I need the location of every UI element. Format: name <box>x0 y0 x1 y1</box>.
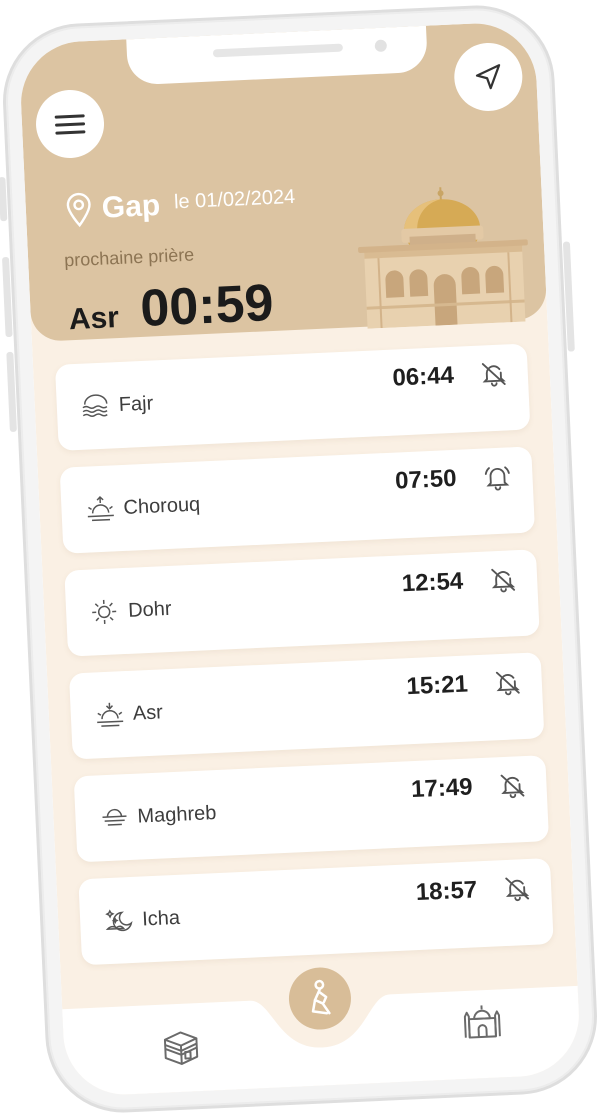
prayer-card-dohr[interactable]: Dohr 12:54 <box>64 549 540 657</box>
prayer-card-asr[interactable]: Asr 15:21 <box>68 652 545 760</box>
prayer-name: Maghreb <box>136 801 217 828</box>
sun-icon <box>92 599 117 624</box>
tab-mosques[interactable] <box>460 1001 504 1046</box>
prayer-times-list: Fajr 06:44 Chorouq 07:50 Dohr 12:54 Asr … <box>54 343 555 983</box>
bell-off-icon[interactable] <box>498 771 527 800</box>
kaaba-icon <box>163 1031 199 1065</box>
next-prayer-name: Asr <box>68 300 120 337</box>
countdown-timer: 00:59 <box>139 273 275 338</box>
front-camera <box>374 39 388 53</box>
prayer-name: Asr <box>132 700 164 725</box>
sunrise-icon <box>87 495 114 522</box>
prayer-time: 12:54 <box>401 567 464 598</box>
prayer-time: 17:49 <box>410 773 474 804</box>
prayer-name: Icha <box>141 906 181 931</box>
prayer-card-icha[interactable]: Icha 18:57 <box>78 857 554 966</box>
prayer-card-maghreb[interactable]: Maghreb 17:49 <box>73 755 550 863</box>
sunset-icon <box>102 808 127 826</box>
prayer-name: Fajr <box>118 392 154 416</box>
current-date: le 01/02/2024 <box>173 185 296 213</box>
prayer-name: Dohr <box>127 597 172 622</box>
sun-down-icon <box>97 702 124 727</box>
location-pin-icon <box>66 192 91 228</box>
mosque-illustration <box>357 187 528 329</box>
tab-kaaba[interactable] <box>159 1025 203 1074</box>
phone-mockup: Gap le 01/02/2024 prochaine prière Asr 0… <box>0 2 600 1116</box>
praying-person-icon <box>311 979 331 1015</box>
prayer-name: Chorouq <box>122 492 201 519</box>
hamburger-icon <box>54 109 86 139</box>
bell-off-icon[interactable] <box>489 565 518 594</box>
prayer-time: 07:50 <box>394 464 458 495</box>
bell-off-icon[interactable] <box>503 874 532 903</box>
bell-off-icon[interactable] <box>479 359 508 388</box>
app-screen: Gap le 01/02/2024 prochaine prière Asr 0… <box>18 20 582 1098</box>
speaker-grille <box>212 43 344 58</box>
next-prayer-countdown: Asr 00:59 <box>67 273 275 342</box>
moon-stars-icon <box>105 909 133 932</box>
bell-ringing-icon[interactable] <box>482 462 513 491</box>
prayer-time: 06:44 <box>391 361 455 392</box>
fajr-waves-icon <box>82 394 108 418</box>
city-name: Gap <box>101 188 161 225</box>
navigation-arrow-icon <box>475 64 501 90</box>
prayer-time: 18:57 <box>415 876 478 907</box>
bell-off-icon[interactable] <box>493 668 522 697</box>
prayer-time: 15:21 <box>405 670 469 701</box>
prayer-card-chorouq[interactable]: Chorouq 07:50 <box>59 446 536 554</box>
mosque-icon <box>463 1005 501 1039</box>
